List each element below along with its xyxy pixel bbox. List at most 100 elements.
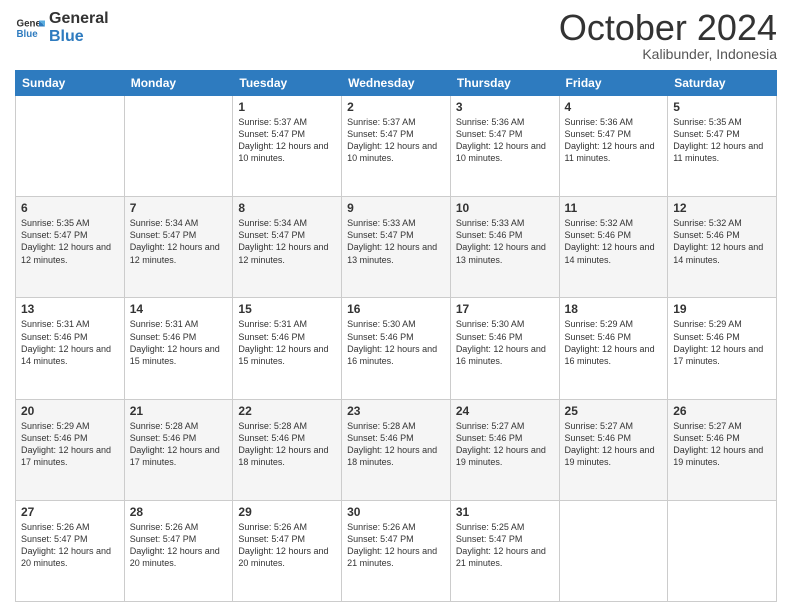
table-row: 29Sunrise: 5:26 AM Sunset: 5:47 PM Dayli… xyxy=(233,500,342,601)
col-monday: Monday xyxy=(124,71,233,96)
day-number: 22 xyxy=(238,404,336,418)
table-row: 12Sunrise: 5:32 AM Sunset: 5:46 PM Dayli… xyxy=(668,197,777,298)
cell-content: Sunrise: 5:31 AM Sunset: 5:46 PM Dayligh… xyxy=(21,318,119,367)
cell-content: Sunrise: 5:27 AM Sunset: 5:46 PM Dayligh… xyxy=(565,420,663,469)
calendar-table: Sunday Monday Tuesday Wednesday Thursday… xyxy=(15,70,777,602)
title-section: October 2024 Kalibunder, Indonesia xyxy=(559,10,777,62)
col-wednesday: Wednesday xyxy=(342,71,451,96)
table-row: 16 Sunrise: 5:30 AM Sunset: 5:46 PM Dayli… xyxy=(342,298,451,399)
calendar-week-4: 20 Sunrise: 5:29 AM Sunset: 5:46 PM Dayli… xyxy=(16,399,777,500)
logo-text-blue: Blue xyxy=(49,28,109,46)
table-row: 6Sunrise: 5:35 AM Sunset: 5:47 PM Daylig… xyxy=(16,197,125,298)
day-number: 25 xyxy=(565,404,663,418)
cell-content: Sunrise: 5:26 AM Sunset: 5:47 PM Dayligh… xyxy=(347,521,445,570)
cell-content: Sunrise: 5:34 AM Sunset: 5:47 PM Dayligh… xyxy=(130,217,228,266)
logo-text-general: General xyxy=(49,10,109,28)
header: General Blue General Blue October 2024 K… xyxy=(15,10,777,62)
day-number: 30 xyxy=(347,505,445,519)
day-number: 26 xyxy=(673,404,771,418)
table-row xyxy=(668,500,777,601)
cell-content: Sunrise: 5:36 AM Sunset: 5:47 PM Dayligh… xyxy=(456,116,554,165)
day-number: 4 xyxy=(565,100,663,114)
cell-content: Sunrise: 5:25 AM Sunset: 5:47 PM Dayligh… xyxy=(456,521,554,570)
cell-content: Sunrise: 5:28 AM Sunset: 5:46 PM Dayligh… xyxy=(238,420,336,469)
col-thursday: Thursday xyxy=(450,71,559,96)
cell-content: Sunrise: 5:28 AM Sunset: 5:46 PM Dayligh… xyxy=(347,420,445,469)
day-number: 19 xyxy=(673,302,771,316)
day-number: 5 xyxy=(673,100,771,114)
day-number: 23 xyxy=(347,404,445,418)
table-row: 11 Sunrise: 5:32 AM Sunset: 5:46 PM Dayli… xyxy=(559,197,668,298)
table-row: 5 Sunrise: 5:35 AM Sunset: 5:47 PM Daylig… xyxy=(668,96,777,197)
table-row: 13 Sunrise: 5:31 AM Sunset: 5:46 PM Dayli… xyxy=(16,298,125,399)
cell-content: Sunrise: 5:27 AM Sunset: 5:46 PM Dayligh… xyxy=(456,420,554,469)
cell-content: Sunrise: 5:30 AM Sunset: 5:46 PM Dayligh… xyxy=(347,318,445,367)
day-number: 11 xyxy=(565,201,663,215)
table-row: 22 Sunrise: 5:28 AM Sunset: 5:46 PM Dayli… xyxy=(233,399,342,500)
day-number: 16 xyxy=(347,302,445,316)
cell-content: Sunrise: 5:29 AM Sunset: 5:46 PM Dayligh… xyxy=(565,318,663,367)
day-number: 24 xyxy=(456,404,554,418)
logo: General Blue General Blue xyxy=(15,10,109,45)
table-row xyxy=(559,500,668,601)
day-number: 28 xyxy=(130,505,228,519)
day-number: 21 xyxy=(130,404,228,418)
cell-content: Sunrise: 5:36 AM Sunset: 5:47 PM Dayligh… xyxy=(565,116,663,165)
day-number: 17 xyxy=(456,302,554,316)
day-number: 8 xyxy=(238,201,336,215)
cell-content: Sunrise: 5:35 AM Sunset: 5:47 PM Dayligh… xyxy=(673,116,771,165)
col-saturday: Saturday xyxy=(668,71,777,96)
table-row: 8 Sunrise: 5:34 AM Sunset: 5:47 PM Daylig… xyxy=(233,197,342,298)
day-number: 6 xyxy=(21,201,119,215)
cell-content: Sunrise: 5:31 AM Sunset: 5:46 PM Dayligh… xyxy=(238,318,336,367)
day-number: 31 xyxy=(456,505,554,519)
day-number: 20 xyxy=(21,404,119,418)
day-number: 13 xyxy=(21,302,119,316)
table-row: 25 Sunrise: 5:27 AM Sunset: 5:46 PM Dayli… xyxy=(559,399,668,500)
cell-content: Sunrise: 5:37 AM Sunset: 5:47 PM Dayligh… xyxy=(238,116,336,165)
page: General Blue General Blue October 2024 K… xyxy=(0,0,792,612)
col-sunday: Sunday xyxy=(16,71,125,96)
calendar-week-1: 1 Sunrise: 5:37 AM Sunset: 5:47 PM Daylig… xyxy=(16,96,777,197)
table-row: 26 Sunrise: 5:27 AM Sunset: 5:46 PM Dayli… xyxy=(668,399,777,500)
table-row: 18Sunrise: 5:29 AM Sunset: 5:46 PM Dayli… xyxy=(559,298,668,399)
cell-content: Sunrise: 5:29 AM Sunset: 5:46 PM Dayligh… xyxy=(673,318,771,367)
month-title: October 2024 xyxy=(559,10,777,46)
cell-content: Sunrise: 5:31 AM Sunset: 5:46 PM Dayligh… xyxy=(130,318,228,367)
cell-content: Sunrise: 5:26 AM Sunset: 5:47 PM Dayligh… xyxy=(238,521,336,570)
cell-content: Sunrise: 5:30 AM Sunset: 5:46 PM Dayligh… xyxy=(456,318,554,367)
day-number: 9 xyxy=(347,201,445,215)
calendar-week-5: 27Sunrise: 5:26 AM Sunset: 5:47 PM Dayli… xyxy=(16,500,777,601)
day-number: 12 xyxy=(673,201,771,215)
cell-content: Sunrise: 5:26 AM Sunset: 5:47 PM Dayligh… xyxy=(130,521,228,570)
table-row: 2Sunrise: 5:37 AM Sunset: 5:47 PM Daylig… xyxy=(342,96,451,197)
cell-content: Sunrise: 5:32 AM Sunset: 5:46 PM Dayligh… xyxy=(565,217,663,266)
table-row: 23 Sunrise: 5:28 AM Sunset: 5:46 PM Dayli… xyxy=(342,399,451,500)
col-tuesday: Tuesday xyxy=(233,71,342,96)
table-row: 14 Sunrise: 5:31 AM Sunset: 5:46 PM Dayli… xyxy=(124,298,233,399)
table-row: 3Sunrise: 5:36 AM Sunset: 5:47 PM Daylig… xyxy=(450,96,559,197)
day-number: 7 xyxy=(130,201,228,215)
table-row: 17 Sunrise: 5:30 AM Sunset: 5:46 PM Dayli… xyxy=(450,298,559,399)
table-row: 19 Sunrise: 5:29 AM Sunset: 5:46 PM Dayli… xyxy=(668,298,777,399)
day-number: 15 xyxy=(238,302,336,316)
calendar-week-2: 6Sunrise: 5:35 AM Sunset: 5:47 PM Daylig… xyxy=(16,197,777,298)
table-row: 10Sunrise: 5:33 AM Sunset: 5:46 PM Dayli… xyxy=(450,197,559,298)
cell-content: Sunrise: 5:33 AM Sunset: 5:46 PM Dayligh… xyxy=(456,217,554,266)
cell-content: Sunrise: 5:29 AM Sunset: 5:46 PM Dayligh… xyxy=(21,420,119,469)
table-row: 4 Sunrise: 5:36 AM Sunset: 5:47 PM Daylig… xyxy=(559,96,668,197)
svg-text:Blue: Blue xyxy=(17,29,39,40)
table-row: 27Sunrise: 5:26 AM Sunset: 5:47 PM Dayli… xyxy=(16,500,125,601)
cell-content: Sunrise: 5:27 AM Sunset: 5:46 PM Dayligh… xyxy=(673,420,771,469)
location: Kalibunder, Indonesia xyxy=(559,46,777,62)
day-number: 14 xyxy=(130,302,228,316)
table-row xyxy=(124,96,233,197)
table-row xyxy=(16,96,125,197)
table-row: 30 Sunrise: 5:26 AM Sunset: 5:47 PM Dayli… xyxy=(342,500,451,601)
cell-content: Sunrise: 5:37 AM Sunset: 5:47 PM Dayligh… xyxy=(347,116,445,165)
day-number: 1 xyxy=(238,100,336,114)
table-row: 21Sunrise: 5:28 AM Sunset: 5:46 PM Dayli… xyxy=(124,399,233,500)
table-row: 9Sunrise: 5:33 AM Sunset: 5:47 PM Daylig… xyxy=(342,197,451,298)
logo-icon: General Blue xyxy=(15,13,45,43)
cell-content: Sunrise: 5:34 AM Sunset: 5:47 PM Dayligh… xyxy=(238,217,336,266)
